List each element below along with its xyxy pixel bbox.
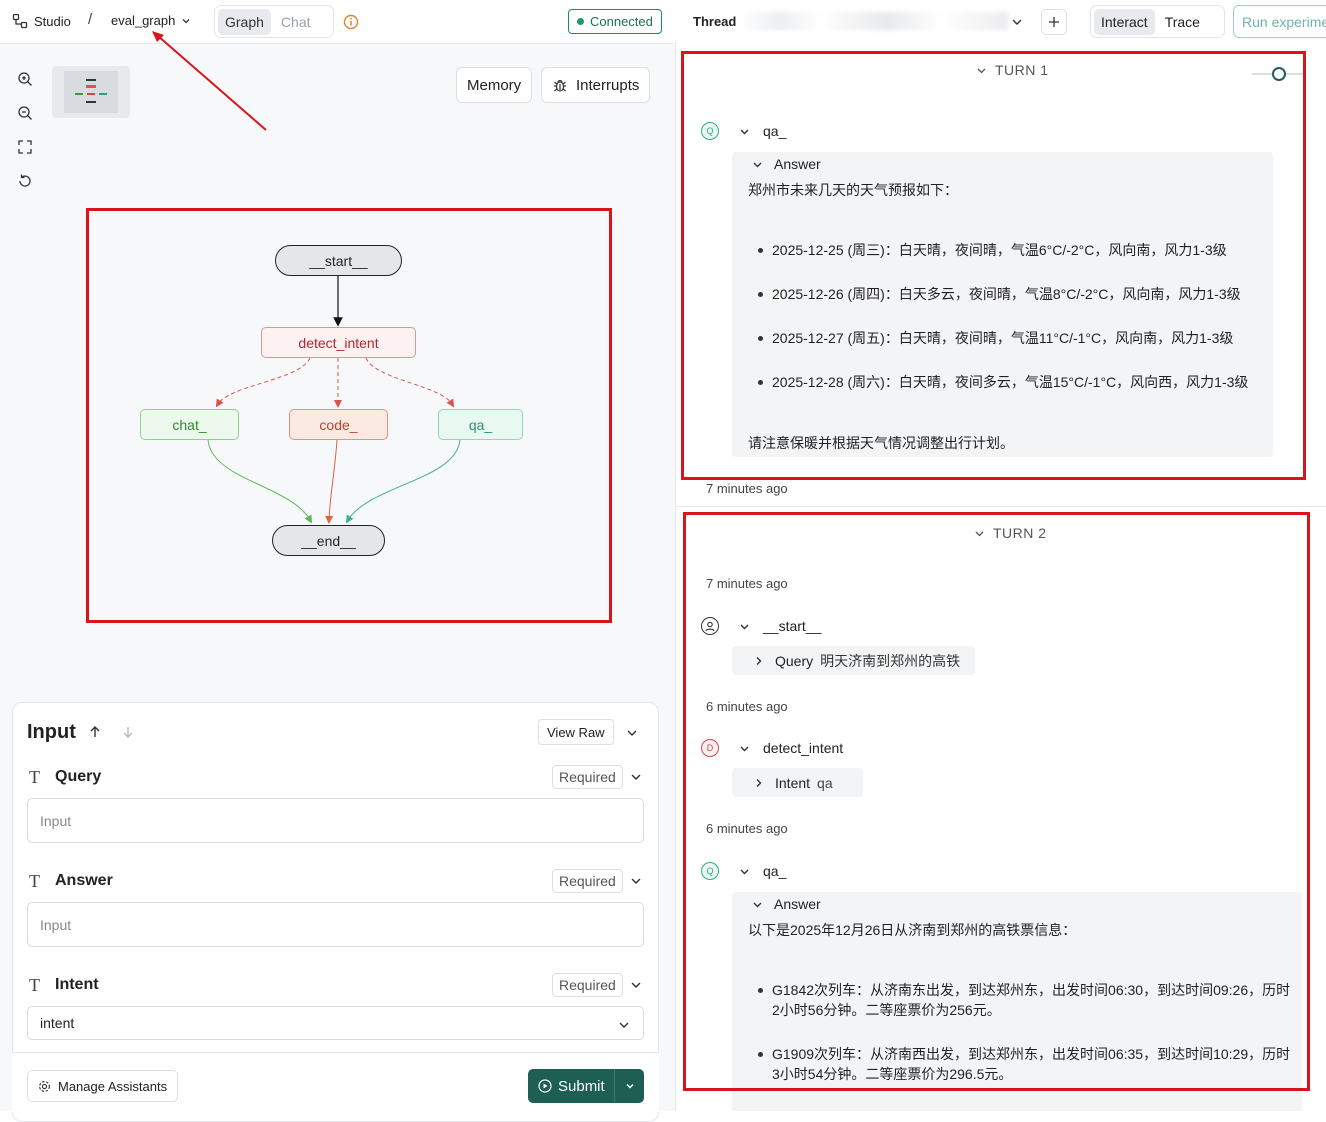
intent-select[interactable]: intent [27,1006,644,1040]
node-start-label: __start__ [309,252,368,269]
arrow-down-icon[interactable] [121,725,135,739]
chevron-down-icon [619,1022,629,1028]
node-start[interactable]: __start__ [275,245,402,276]
node-detect-intent[interactable]: detect_intent [261,327,416,358]
chevron-down-icon[interactable] [630,875,642,887]
node-qa-label: qa_ [468,416,493,433]
thread-label: Thread [693,14,737,29]
input-footer: Manage Assistants Submit [12,1052,659,1112]
arrow-up-icon[interactable] [88,725,102,739]
chevron-down-icon[interactable] [630,979,642,991]
node-code-label: code_ [319,416,358,433]
chevron-down-icon[interactable] [630,771,642,783]
graph-panel: Studio / eval_graph Graph Chat Connected [0,0,676,1122]
submit-button-group: Submit [528,1069,644,1103]
intent-required-badge: Required [552,973,623,997]
node-chat-label: chat_ [172,416,207,433]
plus-icon [1049,17,1059,27]
gear-icon [39,1080,50,1092]
text-type-icon: T [29,871,40,891]
query-input[interactable]: Input [27,798,644,843]
thread-header: Thread Interact Trace Run experime [676,0,1326,44]
node-chat[interactable]: chat_ [140,409,239,440]
node-end-label: __end__ [301,532,356,549]
turn-divider [676,506,1326,507]
manage-assistants-button[interactable]: Manage Assistants [27,1070,179,1102]
run-experiment-button[interactable]: Run experime [1233,5,1326,38]
chevron-down-icon [626,1084,633,1089]
query-required-badge: Required [552,765,623,789]
node-end[interactable]: __end__ [272,525,385,556]
intent-label: Intent [55,976,99,993]
tab-interact[interactable]: Interact [1094,8,1155,35]
input-title: Input [27,721,76,743]
chevron-down-icon[interactable] [626,727,638,739]
chevron-down-icon[interactable] [1011,16,1023,28]
thread-panel: Thread Interact Trace Run experime TURN … [676,0,1326,1111]
intent-select-value: intent [40,1015,75,1031]
node-code[interactable]: code_ [289,409,388,440]
thread-id-redacted[interactable] [740,12,1008,30]
query-label: Query [55,768,102,785]
submit-label: Submit [558,1077,605,1095]
node-qa[interactable]: qa_ [438,409,523,440]
mode-toggle: Interact Trace [1090,5,1225,38]
view-raw-button[interactable]: View Raw [538,719,614,745]
text-type-icon: T [29,767,40,787]
play-icon [538,1079,552,1093]
turn1-highlight-box [681,51,1306,480]
manage-assistants-label: Manage Assistants [58,1078,168,1094]
submit-button[interactable]: Submit [528,1078,614,1095]
tab-trace[interactable]: Trace [1159,9,1206,35]
submit-dropdown-button[interactable] [615,1081,644,1091]
turn2-highlight-box [683,512,1310,1091]
answer-input[interactable]: Input [27,902,644,947]
turn1-timestamp: 7 minutes ago [706,481,788,496]
answer-required-badge: Required [552,869,623,893]
answer-label: Answer [55,872,113,889]
new-thread-button[interactable] [1041,9,1067,35]
node-detect-label: detect_intent [298,334,379,351]
text-type-icon: T [29,975,40,995]
